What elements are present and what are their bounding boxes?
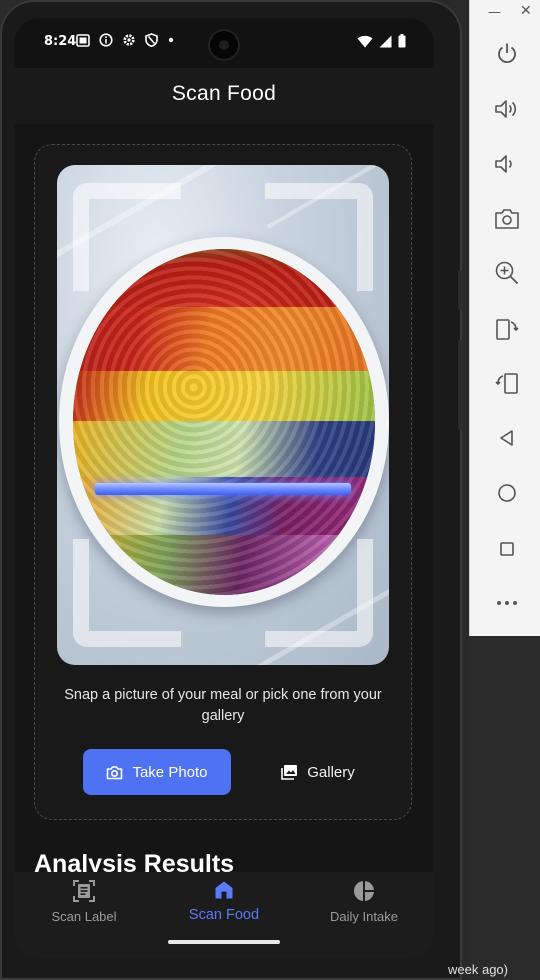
phone-screen: 8:24 Scan Food Snap a picture of your me… — [14, 18, 434, 958]
status-time: 8:24 — [44, 34, 77, 49]
device-side-button — [458, 340, 464, 430]
camera-icon[interactable] — [494, 206, 520, 232]
rotate-left-icon[interactable] — [494, 316, 520, 342]
dot-icon — [168, 37, 174, 43]
battery-icon — [398, 34, 406, 48]
app-header: Scan Food — [14, 68, 434, 124]
scan-line — [95, 483, 351, 495]
rotate-right-icon[interactable] — [494, 370, 520, 396]
nav-label: Daily Intake — [330, 909, 398, 924]
zoom-in-icon[interactable] — [494, 260, 520, 286]
front-camera — [210, 31, 238, 59]
background-text: week ago) — [448, 962, 508, 977]
scan-frame-corner — [73, 183, 181, 291]
wifi-icon — [357, 35, 373, 47]
home-icon — [215, 881, 233, 899]
overview-icon[interactable] — [494, 536, 520, 562]
page-title: Scan Food — [171, 82, 277, 105]
volume-down-icon[interactable] — [494, 151, 520, 177]
home-circle-icon[interactable] — [494, 480, 520, 506]
bottom-navigation: Scan Label Scan Food Daily Intake — [14, 872, 434, 958]
take-photo-button[interactable]: Take Photo — [83, 749, 231, 795]
desktop-background — [469, 636, 540, 980]
settings-gear-icon — [123, 34, 135, 46]
scan-instruction: Snap a picture of your meal or pick one … — [64, 687, 382, 724]
screen-record-icon — [76, 33, 90, 47]
nav-item-daily-intake[interactable]: Daily Intake — [294, 878, 434, 930]
back-icon[interactable] — [494, 425, 520, 451]
power-icon[interactable] — [494, 40, 520, 66]
more-icon[interactable] — [494, 590, 520, 616]
nav-label: Scan Label — [51, 909, 117, 924]
minimize-icon[interactable]: — — [488, 5, 501, 20]
gallery-button[interactable]: Gallery — [259, 749, 377, 795]
nav-item-scan-food[interactable]: Scan Food — [154, 878, 294, 930]
take-photo-label: Take Photo — [132, 763, 208, 781]
scan-frame-corner — [73, 539, 181, 647]
main-content[interactable]: Snap a picture of your meal or pick one … — [14, 124, 434, 894]
pie-chart-icon — [354, 881, 374, 901]
scan-frame-corner — [265, 539, 373, 647]
nav-item-scan-label[interactable]: Scan Label — [14, 878, 154, 930]
nav-label: Scan Food — [188, 907, 260, 923]
volume-up-icon[interactable] — [494, 96, 520, 122]
scan-frame-corner — [265, 183, 373, 291]
gallery-label: Gallery — [307, 763, 355, 781]
status-bar: 8:24 — [14, 18, 434, 68]
info-icon — [99, 33, 113, 47]
food-photo — [57, 165, 389, 665]
device-side-button — [458, 270, 464, 310]
emulator-toolbar: — ✕ — [469, 0, 540, 636]
scan-label-icon — [73, 880, 95, 902]
signal-icon — [379, 35, 392, 47]
shield-icon — [145, 33, 158, 47]
camera-icon — [107, 765, 123, 779]
scan-card: Snap a picture of your meal or pick one … — [34, 144, 412, 820]
close-icon[interactable]: ✕ — [520, 3, 532, 19]
gallery-icon — [281, 765, 298, 780]
home-indicator[interactable] — [168, 940, 280, 944]
